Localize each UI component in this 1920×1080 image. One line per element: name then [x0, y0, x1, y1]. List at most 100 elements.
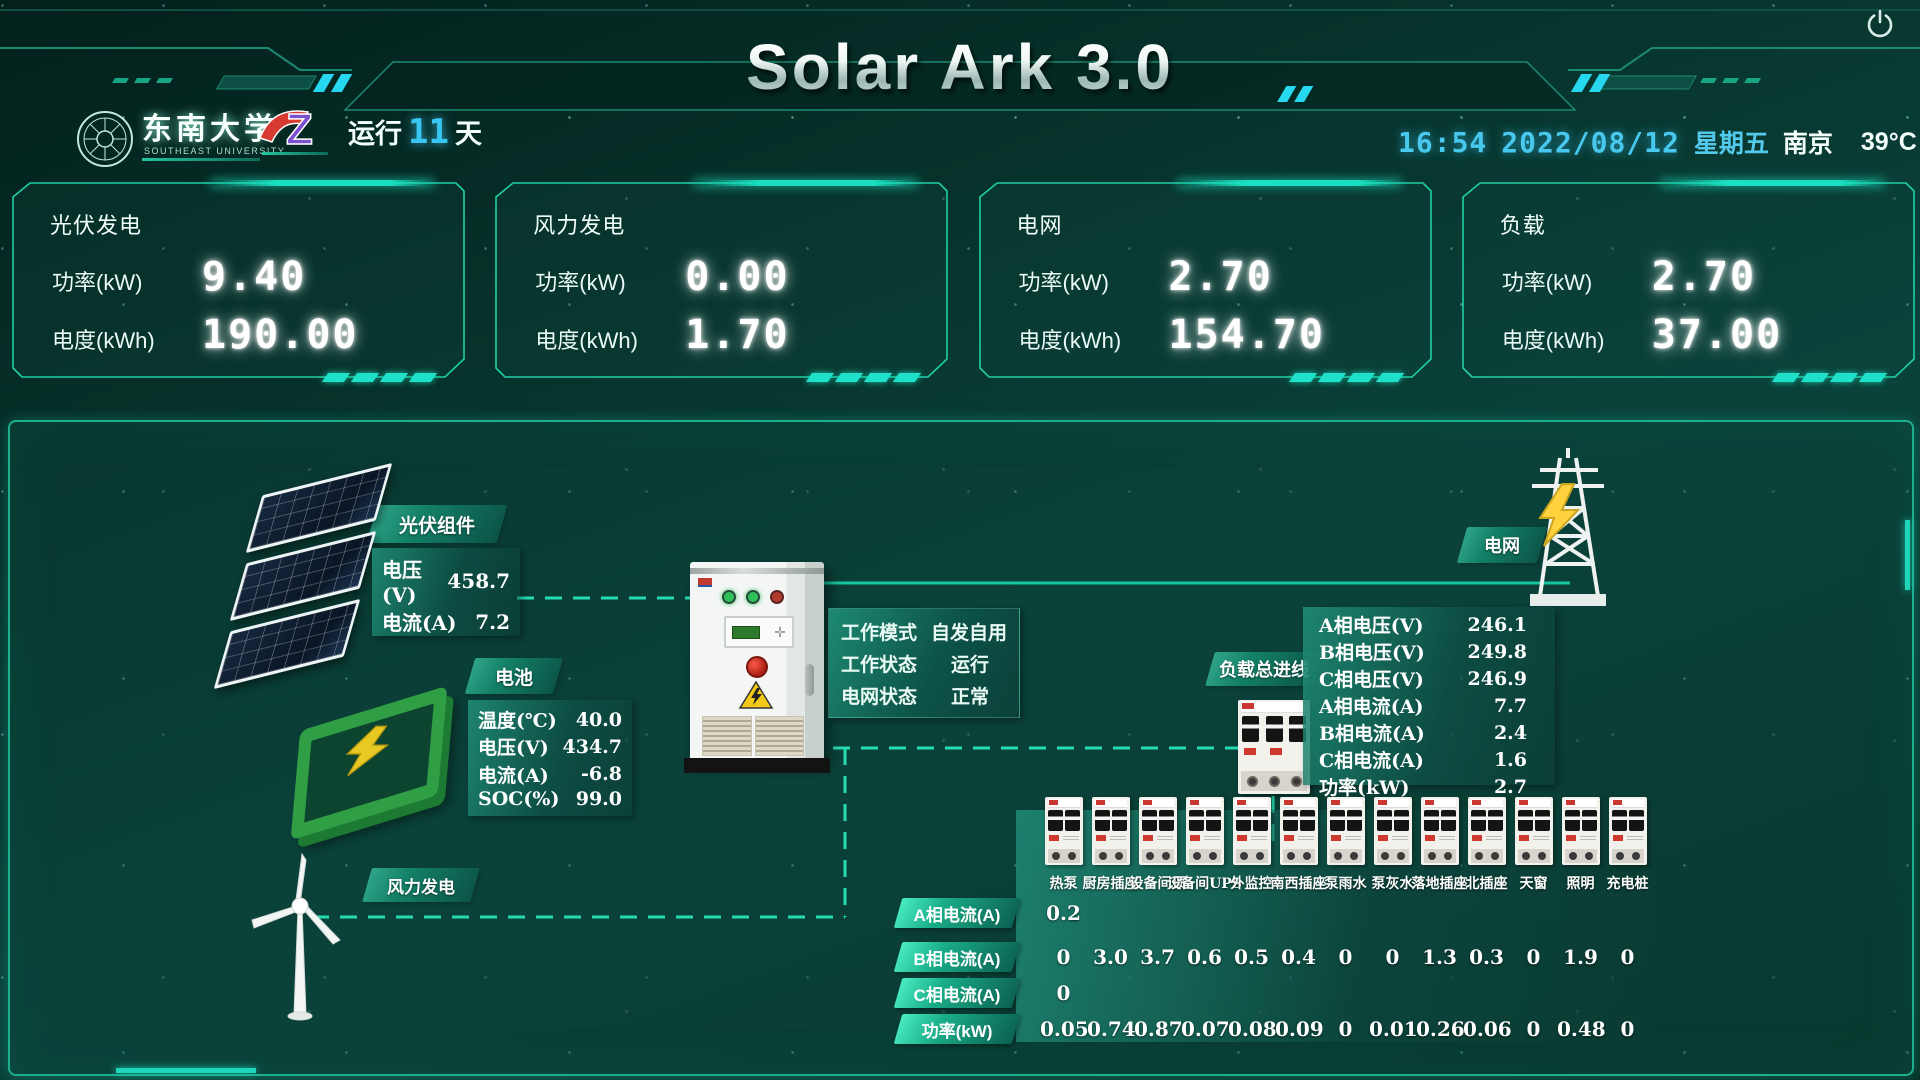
runtime: 运行11天: [348, 112, 482, 152]
status-row: 电网状态 正常: [841, 682, 1007, 709]
date: 2022/08/12: [1501, 126, 1680, 159]
battery-temp-row: 温度(℃) 40.0: [478, 706, 622, 733]
page-title: Solar Ark 3.0: [0, 30, 1920, 104]
load-value: [1557, 901, 1604, 925]
field-value: 434.7: [563, 736, 623, 758]
metric-label: 电度(kWh): [1019, 323, 1169, 355]
warning-icon: [738, 680, 774, 710]
card-row: 功率(kW) 2.70: [1502, 254, 1882, 300]
load-main-tag: 负载总进线: [1210, 652, 1318, 686]
card-title: 风力发电: [533, 208, 625, 240]
power-button-icon[interactable]: [1864, 8, 1896, 40]
inverter-status-box: 工作模式 自发自用 工作状态 运行 电网状态 正常: [828, 608, 1020, 718]
field-label: C相电流(A): [1319, 746, 1424, 773]
load-value: 0: [1040, 945, 1087, 969]
load-value: 0.87: [1134, 1017, 1181, 1041]
metric-label: 功率(kW): [1502, 265, 1652, 297]
runtime-days: 11: [408, 112, 449, 152]
load-value: [1510, 981, 1557, 1005]
load-row-2: C相电流(A)0: [898, 976, 1651, 1010]
breaker-icon: [1233, 797, 1271, 865]
load-value: 0.05: [1040, 1017, 1087, 1041]
load-value: 0.4: [1275, 945, 1322, 969]
temperature: 39°C: [1861, 128, 1917, 157]
load-value: 0.3: [1463, 945, 1510, 969]
time: 16:54: [1398, 126, 1487, 159]
load-value: [1557, 981, 1604, 1005]
field-label: 电流(A): [478, 761, 549, 788]
load-row-1: B相电流(A)03.03.70.60.50.4001.30.301.90: [898, 940, 1651, 974]
load-value: [1463, 981, 1510, 1005]
card-slashes: [1775, 373, 1884, 382]
field-value: 2.4: [1435, 722, 1541, 744]
field-value: 2.7: [1435, 776, 1541, 798]
battery-soc-row: SOC(%) 99.0: [478, 788, 622, 810]
load-breaker-0: 热泵: [1040, 797, 1087, 893]
card-pv-generation: 光伏发电 功率(kW) 9.40 电度(kWh) 190.00: [12, 182, 462, 378]
load-value: [1604, 901, 1651, 925]
pv-current-row: 电流(A) 7.2: [382, 607, 510, 636]
field-label: 温度(℃): [478, 706, 557, 733]
load-value: [1181, 901, 1228, 925]
metric-label: 电度(kWh): [52, 323, 202, 355]
load-breaker-4: 外监控: [1228, 797, 1275, 893]
load-name: 照明: [1567, 873, 1595, 893]
card-title: 负载: [1500, 208, 1546, 240]
load-breaker-1: 厨房插座: [1087, 797, 1134, 893]
card-slashes: [325, 373, 434, 382]
wind-turbine-icon: [232, 846, 372, 1026]
metric-value: 0.00: [685, 254, 789, 300]
load-name: 热泵: [1050, 873, 1078, 893]
load-value: [1087, 981, 1134, 1005]
card-row: 功率(kW) 2.70: [1019, 254, 1399, 300]
load-value: 0: [1604, 1017, 1651, 1041]
breaker-icon: [1609, 797, 1647, 865]
load-value: 0: [1369, 945, 1416, 969]
load-row-values: 03.03.70.60.50.4001.30.301.90: [1040, 945, 1651, 969]
load-breaker-10: 天窗: [1510, 797, 1557, 893]
load-value: [1134, 981, 1181, 1005]
field-value: 7.7: [1435, 695, 1541, 717]
load-value: 0.6: [1181, 945, 1228, 969]
load-value: 0.01: [1369, 1017, 1416, 1041]
card-accent: [210, 180, 435, 186]
battery-tag: 电池: [470, 658, 558, 694]
load-row-label: C相电流(A): [898, 978, 1016, 1008]
load-name: 外监控: [1231, 873, 1273, 893]
field-value: 246.1: [1435, 614, 1541, 636]
status-value: 正常: [951, 682, 1007, 709]
field-label: SOC(%): [478, 788, 559, 810]
field-label: 电压(V): [382, 554, 447, 607]
breaker-icon: [1186, 797, 1224, 865]
pv-voltage-row: 电压(V) 458.7: [382, 554, 510, 607]
load-value: 0.48: [1557, 1017, 1604, 1041]
load-value: [1134, 901, 1181, 925]
card-load: 负载 功率(kW) 2.70 电度(kWh) 37.00: [1462, 182, 1912, 378]
card-row: 功率(kW) 9.40: [52, 254, 432, 300]
load-value: 0.5: [1228, 945, 1275, 969]
wind-tag: 风力发电: [367, 868, 475, 902]
load-breaker-3: 设备间UPS: [1181, 797, 1228, 893]
load-name: 落地插座: [1412, 873, 1468, 893]
load-value: [1416, 981, 1463, 1005]
card-accent: [1177, 180, 1402, 186]
load-value: 0: [1322, 1017, 1369, 1041]
card-slashes: [809, 373, 918, 382]
card-row: 电度(kWh) 154.70: [1019, 312, 1399, 358]
breaker-icon: [1327, 797, 1365, 865]
breaker-icon: [1045, 797, 1083, 865]
load-value: [1604, 981, 1651, 1005]
load-value: 0: [1604, 945, 1651, 969]
load-row-values: 0.2: [1040, 901, 1651, 925]
status-label: 工作模式: [841, 618, 917, 645]
metric-value: 2.70: [1652, 254, 1756, 300]
metric-value: 1.70: [685, 312, 789, 358]
load-value: 0.2: [1040, 901, 1087, 925]
logo-underline: [142, 158, 260, 161]
card-accent: [693, 180, 918, 186]
load-value: [1322, 981, 1369, 1005]
breaker-icon: [1092, 797, 1130, 865]
load-main-data-box: A相电压(V) 246.1 B相电压(V) 249.8 C相电压(V) 246.…: [1303, 607, 1555, 785]
load-name: 泵灰水: [1372, 873, 1414, 893]
load-value: 0.08: [1228, 1017, 1275, 1041]
